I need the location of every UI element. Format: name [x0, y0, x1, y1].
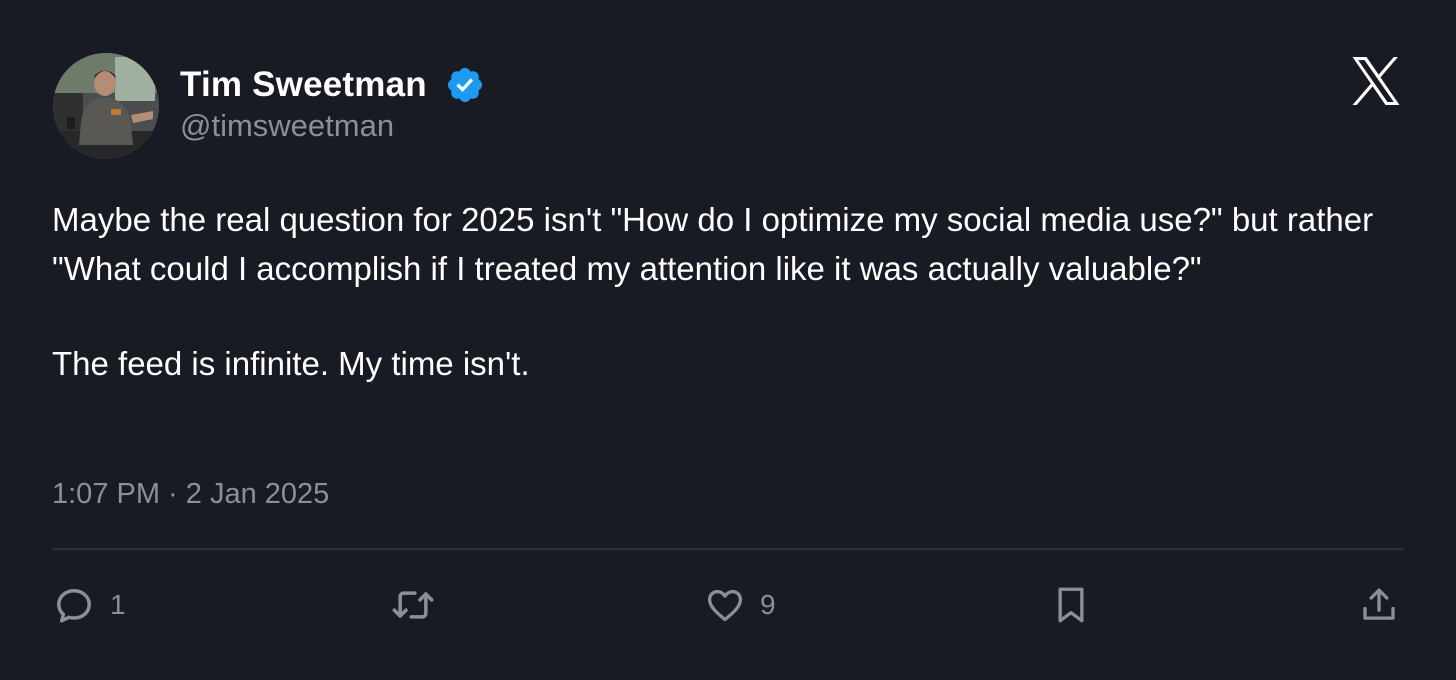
like-icon [707, 589, 743, 622]
reply-count: 1 [110, 589, 126, 620]
avatar[interactable] [53, 53, 159, 159]
reply-icon [57, 588, 91, 623]
post-timestamp[interactable]: 1:07 PM · 2 Jan 2025 [52, 478, 329, 511]
repost-button[interactable] [388, 582, 452, 628]
bookmark-button[interactable] [1050, 582, 1092, 628]
share-icon [1363, 588, 1395, 620]
reply-button[interactable]: 1 [52, 582, 126, 628]
like-count: 9 [760, 589, 776, 620]
divider [52, 548, 1404, 550]
share-button[interactable] [1358, 582, 1400, 628]
author-display-name[interactable]: Tim Sweetman [180, 65, 427, 105]
post-paragraph: The feed is infinite. My time isn't. [52, 345, 530, 382]
like-button[interactable]: 9 [704, 582, 776, 628]
bookmark-icon [1058, 587, 1084, 623]
author-row: Tim Sweetman [180, 62, 485, 108]
x-logo-icon[interactable] [1350, 57, 1402, 105]
verified-badge-icon [447, 67, 482, 103]
author-handle[interactable]: @timsweetman [180, 108, 394, 144]
post-card: Tim Sweetman @timsweetman Maybe the real… [0, 0, 1456, 680]
post-paragraph: Maybe the real question for 2025 isn't "… [52, 201, 1374, 287]
repost-icon [392, 591, 434, 619]
post-text: Maybe the real question for 2025 isn't "… [52, 196, 1412, 389]
